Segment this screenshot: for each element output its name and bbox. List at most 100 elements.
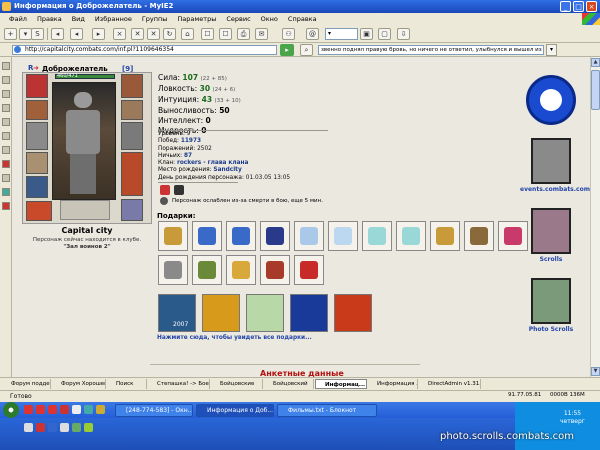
menu-tools[interactable]: Сервис <box>221 13 255 25</box>
tab-fighters-2[interactable]: Бойцовский <box>264 379 314 389</box>
quicklaunch-icon[interactable] <box>36 405 45 414</box>
side-tool-icon[interactable] <box>2 174 10 182</box>
minimize-button[interactable]: _ <box>560 1 571 12</box>
gift-item[interactable] <box>430 221 460 251</box>
users-icon[interactable]: ⚇ <box>282 28 295 40</box>
offhand-slot[interactable] <box>121 122 143 150</box>
gift-item[interactable] <box>464 221 494 251</box>
fullscreen-icon[interactable]: ▣ <box>360 28 373 40</box>
banner-label[interactable]: Scrolls <box>520 256 582 263</box>
message-dropdown[interactable]: ▾ <box>546 44 557 56</box>
quicklaunch-icon[interactable] <box>96 405 105 414</box>
quicklaunch-icon[interactable] <box>84 405 93 414</box>
tab-info-2[interactable]: Информация ... <box>368 379 418 389</box>
close-tab-icon[interactable]: × <box>113 28 126 40</box>
prev-icon[interactable]: ◂ <box>70 28 83 40</box>
search-icon[interactable]: ⌕ <box>300 44 313 56</box>
gift-card[interactable]: 2007 <box>158 294 196 332</box>
quicklaunch-icon[interactable] <box>24 405 33 414</box>
pants-slot[interactable] <box>121 152 143 196</box>
gift-item[interactable] <box>226 255 256 285</box>
side-tool-icon[interactable] <box>2 146 10 154</box>
banner-label[interactable]: Photo Scrolls <box>520 326 582 333</box>
quicklaunch-icon[interactable] <box>72 405 81 414</box>
weapon-slot[interactable] <box>26 122 48 150</box>
stop-icon[interactable]: ✕ <box>131 28 144 40</box>
new-tab-icon[interactable]: + <box>4 28 17 40</box>
menu-options[interactable]: Параметры <box>172 13 221 25</box>
helmet-slot[interactable] <box>26 74 48 98</box>
gift-item[interactable] <box>328 221 358 251</box>
quicklaunch-icon[interactable] <box>84 423 93 432</box>
tab-forum-support[interactable]: Форум подде... <box>2 379 51 389</box>
gift-item[interactable] <box>396 221 426 251</box>
gift-card[interactable] <box>334 294 372 332</box>
favorites-icon[interactable]: ☐ <box>201 28 214 40</box>
gift-item[interactable] <box>260 255 290 285</box>
save-icon[interactable]: S <box>31 28 44 40</box>
menu-file[interactable]: Файл <box>4 13 32 25</box>
gift-item[interactable] <box>362 221 392 251</box>
clan-link[interactable]: rockers - глава клана <box>177 160 248 166</box>
go-button[interactable]: ▸ <box>280 44 294 56</box>
side-tool-icon[interactable] <box>2 188 10 196</box>
print-icon[interactable]: ⎙ <box>237 28 250 40</box>
gift-item[interactable] <box>192 221 222 251</box>
clan-emblem-icon[interactable] <box>160 185 170 195</box>
tab-stepashka[interactable]: Степашка! -> Бое... <box>148 379 210 389</box>
back-icon[interactable]: ◂ <box>51 28 64 40</box>
banner-label[interactable]: events.combats.com <box>520 186 590 193</box>
tab-search[interactable]: Поиск <box>107 379 147 389</box>
gift-card[interactable] <box>202 294 240 332</box>
menu-edit[interactable]: Правка <box>32 13 67 25</box>
events-banner[interactable]: events.combats.com <box>520 138 590 193</box>
side-tool-icon[interactable] <box>2 62 10 70</box>
armor-slot[interactable] <box>26 152 48 174</box>
photo-scrolls-banner[interactable]: Photo Scrolls <box>520 278 582 333</box>
scroll-down-button[interactable]: ▼ <box>591 367 600 376</box>
scroll-thumb[interactable] <box>591 70 600 110</box>
refresh-icon[interactable]: ↻ <box>163 28 176 40</box>
quicklaunch-icon[interactable] <box>48 405 57 414</box>
gift-item[interactable] <box>158 221 188 251</box>
quicklaunch-icon[interactable] <box>72 423 81 432</box>
side-tool-icon[interactable] <box>2 160 10 168</box>
tab-directadmin[interactable]: DirectAdmin v1.31.5 <box>419 379 481 389</box>
earring-slot[interactable] <box>121 74 143 98</box>
side-tool-icon[interactable] <box>2 202 10 210</box>
scroll-up-button[interactable]: ▲ <box>591 58 600 67</box>
quicklaunch-icon[interactable] <box>60 405 69 414</box>
side-tool-icon[interactable] <box>2 76 10 84</box>
gift-item[interactable] <box>294 221 324 251</box>
menu-favorites[interactable]: Избранное <box>90 13 137 25</box>
side-tool-icon[interactable] <box>2 90 10 98</box>
gift-card[interactable] <box>246 294 284 332</box>
menu-groups[interactable]: Группы <box>137 13 173 25</box>
amulet-slot[interactable] <box>26 100 48 120</box>
url-input[interactable]: http://capitalcity.combats.com/inf.pl?11… <box>12 45 277 55</box>
side-tool-icon[interactable] <box>2 132 10 140</box>
task-browser[interactable]: Информация о Доб... <box>196 404 274 417</box>
gift-card[interactable] <box>290 294 328 332</box>
menu-help[interactable]: Справка <box>283 13 322 25</box>
history-icon[interactable]: ☐ <box>219 28 232 40</box>
menu-view[interactable]: Вид <box>67 13 90 25</box>
menu-window[interactable]: Окно <box>256 13 283 25</box>
gift-item[interactable] <box>260 221 290 251</box>
side-tool-icon[interactable] <box>2 104 10 112</box>
belt-slot[interactable] <box>26 176 48 198</box>
window-icon[interactable]: ▢ <box>378 28 391 40</box>
gloves-slot[interactable] <box>121 199 143 221</box>
maximize-button[interactable]: □ <box>573 1 584 12</box>
quicklaunch-icon[interactable] <box>24 423 33 432</box>
gift-item[interactable] <box>498 221 528 251</box>
close-all-icon[interactable]: ✕ <box>147 28 160 40</box>
home-icon[interactable]: ⌂ <box>181 28 194 40</box>
quicklaunch-icon[interactable] <box>60 423 69 432</box>
forward-icon[interactable]: ▸ <box>92 28 105 40</box>
message-input[interactable]: звенно поднял правую бровь, но ничего не… <box>318 45 544 55</box>
all-gifts-link[interactable]: Нажмите сюда, чтобы увидеть все подарки.… <box>157 335 312 341</box>
web-icon[interactable]: @ <box>306 28 319 40</box>
side-tool-icon[interactable] <box>2 118 10 126</box>
gift-item[interactable] <box>226 221 256 251</box>
